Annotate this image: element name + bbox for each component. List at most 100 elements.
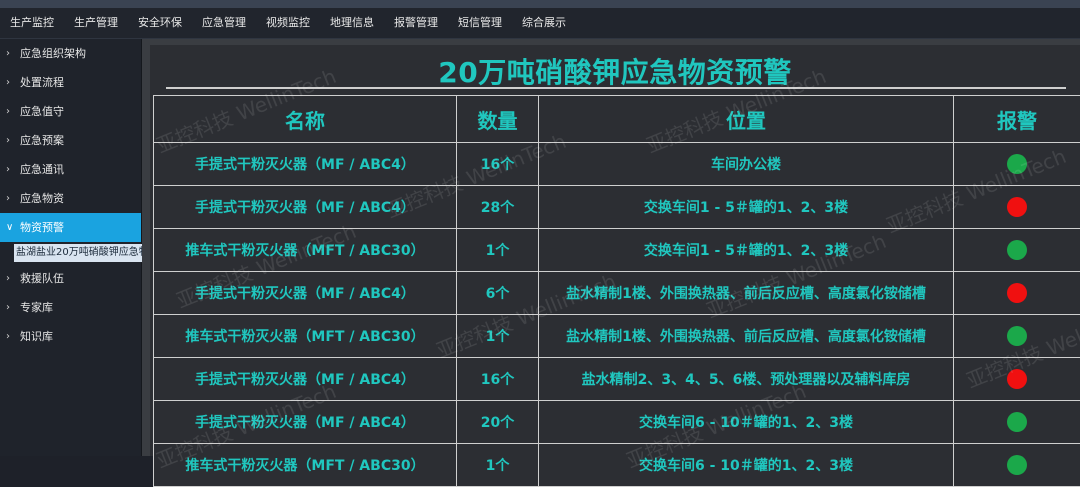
table-row: 手提式干粉灭火器（MF / ABC4）28个交换车间1 - 5＃罐的1、2、3楼	[154, 186, 1080, 229]
table-row: 手提式干粉灭火器（MF / ABC4）20个交换车间6 - 10＃罐的1、2、3…	[154, 401, 1080, 444]
cell-alarm	[954, 444, 1080, 487]
sidebar-item-4[interactable]: › 应急通讯	[0, 155, 141, 184]
chevron-right-icon: ›	[6, 126, 10, 155]
nav-item-3[interactable]: 应急管理	[192, 8, 256, 38]
cell-alarm	[954, 401, 1080, 444]
cell-alarm	[954, 229, 1080, 272]
header-quantity: 数量	[457, 96, 539, 143]
cell-qty: 28个	[457, 186, 539, 229]
cell-name: 推车式干粉灭火器（MFT / ABC30）	[154, 444, 457, 487]
chevron-right-icon: ›	[6, 68, 10, 97]
cell-qty: 1个	[457, 229, 539, 272]
chevron-down-icon: ∨	[6, 213, 13, 242]
sidebar-item-label: 应急值守	[20, 105, 64, 118]
sidebar-item-active[interactable]: ∨物资预警	[0, 213, 141, 242]
sidebar-item-after-0[interactable]: › 救援队伍	[0, 264, 141, 293]
cell-location: 交换车间6 - 10＃罐的1、2、3楼	[539, 444, 954, 487]
cell-qty: 1个	[457, 315, 539, 358]
alarm-status-icon	[1007, 283, 1027, 303]
alarm-status-icon	[1007, 154, 1027, 174]
table-row: 推车式干粉灭火器（MFT / ABC30）1个交换车间6 - 10＃罐的1、2、…	[154, 444, 1080, 487]
nav-item-7[interactable]: 短信管理	[448, 8, 512, 38]
title-underline	[166, 87, 1066, 89]
sidebar: › 应急组织架构 › 处置流程 › 应急值守 › 应急预案 › 应急通讯 › 应急物资 ∨物资预警盐湖盐…	[0, 39, 142, 456]
cell-location: 交换车间1 - 5＃罐的1、2、3楼	[539, 186, 954, 229]
cell-name: 手提式干粉灭火器（MF / ABC4）	[154, 272, 457, 315]
alarm-status-icon	[1007, 240, 1027, 260]
cell-alarm	[954, 315, 1080, 358]
cell-alarm	[954, 186, 1080, 229]
cell-alarm	[954, 272, 1080, 315]
cell-qty: 16个	[457, 143, 539, 186]
cell-qty: 16个	[457, 358, 539, 401]
cell-location: 盐水精制1楼、外围换热器、前后反应槽、高度氯化铵储槽	[539, 315, 954, 358]
cell-location: 盐水精制1楼、外围换热器、前后反应槽、高度氯化铵储槽	[539, 272, 954, 315]
sidebar-item-3[interactable]: › 应急预案	[0, 126, 141, 155]
alarm-status-icon	[1007, 197, 1027, 217]
cell-qty: 20个	[457, 401, 539, 444]
cell-alarm	[954, 358, 1080, 401]
nav-item-8[interactable]: 综合展示	[512, 8, 576, 38]
chevron-right-icon: ›	[6, 322, 10, 351]
nav-item-0[interactable]: 生产监控	[0, 8, 64, 38]
table-row: 推车式干粉灭火器（MFT / ABC30）1个盐水精制1楼、外围换热器、前后反应…	[154, 315, 1080, 358]
nav-item-4[interactable]: 视频监控	[256, 8, 320, 38]
cell-location: 交换车间6 - 10＃罐的1、2、3楼	[539, 401, 954, 444]
nav-item-2[interactable]: 安全环保	[128, 8, 192, 38]
sidebar-item-label: 处置流程	[20, 76, 64, 89]
cell-location: 车间办公楼	[539, 143, 954, 186]
alarm-status-icon	[1007, 326, 1027, 346]
sidebar-item-label: 应急通讯	[20, 163, 64, 176]
main-panel: 20万吨硝酸钾应急物资预警 名称 数量 位置 报警 手提式干粉灭火器（MF / …	[142, 39, 1080, 456]
cell-qty: 6个	[457, 272, 539, 315]
cell-name: 手提式干粉灭火器（MF / ABC4）	[154, 358, 457, 401]
table-header-row: 名称 数量 位置 报警	[154, 96, 1080, 143]
chevron-right-icon: ›	[6, 184, 10, 213]
sidebar-item-label: 救援队伍	[20, 272, 64, 285]
cell-name: 手提式干粉灭火器（MF / ABC4）	[154, 401, 457, 444]
nav-item-5[interactable]: 地理信息	[320, 8, 384, 38]
table-row: 手提式干粉灭火器（MF / ABC4）16个车间办公楼	[154, 143, 1080, 186]
sidebar-item-2[interactable]: › 应急值守	[0, 97, 141, 126]
sidebar-item-label: 知识库	[20, 330, 53, 343]
sidebar-subitem[interactable]: 盐湖盐业20万吨硝酸钾应急物资	[14, 244, 144, 262]
cell-location: 盐水精制2、3、4、5、6楼、预处理器以及辅料库房	[539, 358, 954, 401]
page-title: 20万吨硝酸钾应急物资预警	[150, 51, 1080, 91]
sidebar-item-0[interactable]: › 应急组织架构	[0, 39, 141, 68]
cell-name: 推车式干粉灭火器（MFT / ABC30）	[154, 315, 457, 358]
cell-name: 手提式干粉灭火器（MF / ABC4）	[154, 186, 457, 229]
cell-alarm	[954, 143, 1080, 186]
sidebar-item-5[interactable]: › 应急物资	[0, 184, 141, 213]
sidebar-item-after-1[interactable]: › 专家库	[0, 293, 141, 322]
header-name: 名称	[154, 96, 457, 143]
nav-item-6[interactable]: 报警管理	[384, 8, 448, 38]
table-row: 推车式干粉灭火器（MFT / ABC30）1个交换车间1 - 5＃罐的1、2、3…	[154, 229, 1080, 272]
sidebar-item-1[interactable]: › 处置流程	[0, 68, 141, 97]
sidebar-item-label: 应急预案	[20, 134, 64, 147]
chevron-right-icon: ›	[6, 264, 10, 293]
chevron-right-icon: ›	[6, 155, 10, 184]
cell-name: 手提式干粉灭火器（MF / ABC4）	[154, 143, 457, 186]
materials-table: 名称 数量 位置 报警 手提式干粉灭火器（MF / ABC4）16个车间办公楼手…	[153, 95, 1080, 487]
sidebar-item-label: 应急物资	[20, 192, 64, 205]
header-location: 位置	[539, 96, 954, 143]
cell-name: 推车式干粉灭火器（MFT / ABC30）	[154, 229, 457, 272]
chevron-right-icon: ›	[6, 293, 10, 322]
cell-qty: 1个	[457, 444, 539, 487]
chevron-right-icon: ›	[6, 97, 10, 126]
header-alarm: 报警	[954, 96, 1080, 143]
sidebar-item-after-2[interactable]: › 知识库	[0, 322, 141, 351]
alarm-status-icon	[1007, 455, 1027, 475]
table-row: 手提式干粉灭火器（MF / ABC4）16个盐水精制2、3、4、5、6楼、预处理…	[154, 358, 1080, 401]
alarm-status-icon	[1007, 412, 1027, 432]
content-area: 20万吨硝酸钾应急物资预警 名称 数量 位置 报警 手提式干粉灭火器（MF / …	[150, 45, 1080, 456]
sidebar-item-label: 专家库	[20, 301, 53, 314]
table-row: 手提式干粉灭火器（MF / ABC4）6个盐水精制1楼、外围换热器、前后反应槽、…	[154, 272, 1080, 315]
chevron-right-icon: ›	[6, 39, 10, 68]
cell-location: 交换车间1 - 5＃罐的1、2、3楼	[539, 229, 954, 272]
top-strip	[0, 0, 1080, 8]
top-nav: 生产监控生产管理安全环保应急管理视频监控地理信息报警管理短信管理综合展示	[0, 8, 1080, 39]
nav-item-1[interactable]: 生产管理	[64, 8, 128, 38]
alarm-status-icon	[1007, 369, 1027, 389]
sidebar-item-label: 应急组织架构	[20, 47, 86, 60]
